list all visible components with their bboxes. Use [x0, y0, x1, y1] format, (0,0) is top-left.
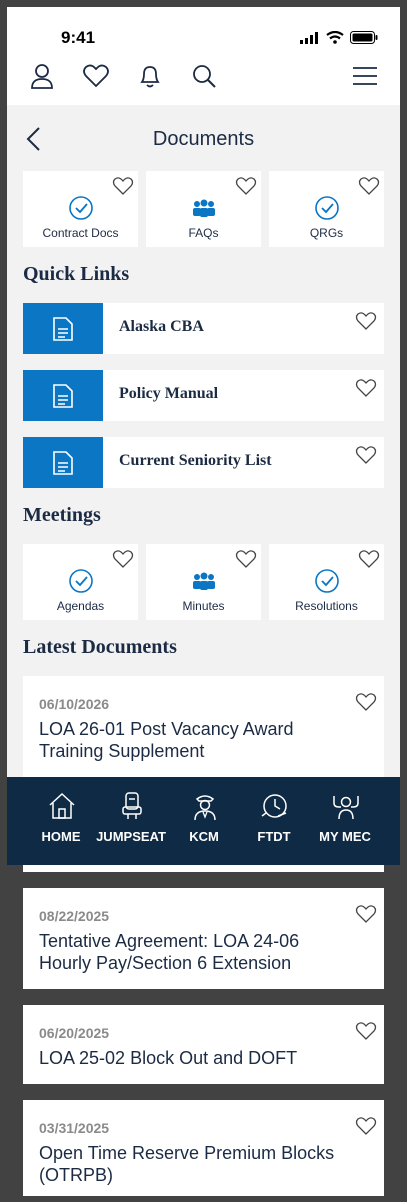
top-bar: 9:41	[7, 7, 400, 105]
menu-icon[interactable]	[351, 62, 379, 90]
heart-icon[interactable]	[112, 549, 134, 569]
check-circle-icon	[69, 569, 93, 593]
document-icon	[53, 451, 73, 475]
document-date: 08/22/2025	[39, 908, 110, 924]
status-time: 9:41	[61, 28, 96, 47]
quick-link-policy-manual[interactable]: Policy Manual	[23, 370, 384, 421]
signal-icon	[300, 31, 318, 44]
tile-label: FAQs	[188, 226, 219, 240]
tile-label: QRGs	[309, 226, 344, 240]
tile-label: Agendas	[56, 599, 105, 613]
section-title-quick-links: Quick Links	[23, 263, 130, 285]
search-icon[interactable]	[190, 62, 218, 90]
heart-icon[interactable]	[235, 176, 257, 196]
quick-link-label: Alaska CBA	[119, 318, 204, 335]
check-circle-icon	[69, 196, 93, 220]
check-circle-icon	[315, 569, 339, 593]
heart-icon[interactable]	[355, 904, 377, 924]
tile-label: Contract Docs	[42, 226, 119, 240]
page-title: Documents	[152, 128, 255, 150]
document-title: LOA 26-01 Post Vacancy Award Training Su…	[39, 719, 294, 761]
tile-label: Resolutions	[295, 599, 358, 613]
tile-minutes[interactable]: Minutes	[146, 544, 261, 620]
quick-link-label: Current Seniority List	[119, 452, 272, 469]
heart-icon[interactable]	[358, 549, 380, 569]
nav-label: JUMPSEAT	[96, 829, 166, 844]
document-title: Open Time Reserve Premium Blocks (OTRPB)	[39, 1143, 335, 1185]
heart-icon[interactable]	[112, 176, 134, 196]
document-card[interactable]: 08/22/2025 Tentative Agreement: LOA 24-0…	[23, 888, 384, 989]
document-icon	[53, 384, 73, 408]
nav-home[interactable]: HOME	[23, 791, 99, 857]
heart-icon[interactable]	[355, 378, 377, 398]
document-title: LOA 25-02 Block Out and DOFT	[39, 1048, 298, 1068]
quick-link-alaska-cba[interactable]: Alaska CBA	[23, 303, 384, 354]
nav-label: MY MEC	[319, 829, 371, 844]
tile-label: Minutes	[182, 599, 225, 613]
tile-resolutions[interactable]: Resolutions	[269, 544, 384, 620]
heart-icon[interactable]	[355, 692, 377, 712]
document-icon-box	[23, 370, 103, 421]
nav-label: FTDT	[257, 829, 291, 844]
heart-icon[interactable]	[355, 1021, 377, 1041]
seat-icon	[122, 792, 142, 819]
document-date: 03/31/2025	[39, 1120, 110, 1136]
title-row: Documents	[7, 115, 400, 163]
nav-label: HOME	[41, 829, 81, 844]
document-icon	[53, 317, 73, 341]
document-tiles: Contract Docs FAQs QRGs	[23, 171, 384, 247]
heart-icon[interactable]	[355, 445, 377, 465]
tile-qrgs[interactable]: QRGs	[269, 171, 384, 247]
heart-icon[interactable]	[235, 549, 257, 569]
document-card[interactable]: 03/31/2025 Open Time Reserve Premium Blo…	[23, 1100, 384, 1196]
status-icons	[300, 31, 378, 44]
bell-icon[interactable]	[136, 62, 164, 90]
wifi-icon	[326, 31, 344, 44]
section-title-meetings: Meetings	[23, 504, 101, 526]
document-date: 06/20/2025	[39, 1025, 110, 1041]
document-card[interactable]: 06/20/2025 LOA 25-02 Block Out and DOFT	[23, 1005, 384, 1084]
header-toolbar	[7, 62, 400, 96]
tile-agendas[interactable]: Agendas	[23, 544, 138, 620]
nav-jumpseat[interactable]: JUMPSEAT	[93, 791, 169, 857]
clock-icon	[261, 794, 287, 818]
home-icon	[49, 792, 75, 819]
favorites-icon[interactable]	[82, 62, 110, 90]
nav-my-mec[interactable]: MY MEC	[307, 791, 383, 857]
quick-link-label: Policy Manual	[119, 385, 219, 402]
tile-contract-docs[interactable]: Contract Docs	[23, 171, 138, 247]
bottom-nav: HOME JUMPSEAT KCM FTDT MY MEC	[7, 777, 400, 865]
nav-ftdt[interactable]: FTDT	[236, 791, 312, 857]
people-icon	[193, 572, 215, 590]
people-icon	[193, 199, 215, 217]
section-title-latest: Latest Documents	[23, 636, 177, 658]
profile-icon[interactable]	[28, 62, 56, 90]
mec-icon	[333, 796, 359, 820]
tile-faqs[interactable]: FAQs	[146, 171, 261, 247]
document-icon-box	[23, 303, 103, 354]
nav-kcm[interactable]: KCM	[166, 791, 242, 857]
heart-icon[interactable]	[355, 311, 377, 331]
document-icon-box	[23, 437, 103, 488]
check-circle-icon	[315, 196, 339, 220]
quick-link-seniority-list[interactable]: Current Seniority List	[23, 437, 384, 488]
document-title: Tentative Agreement: LOA 24-06 Hourly Pa…	[39, 931, 300, 973]
document-date: 06/10/2026	[39, 696, 110, 712]
battery-icon	[350, 31, 378, 44]
heart-icon[interactable]	[355, 1116, 377, 1136]
heart-icon[interactable]	[358, 176, 380, 196]
nav-label: KCM	[189, 829, 219, 844]
pilot-icon	[194, 795, 216, 821]
meeting-tiles: Agendas Minutes Resolutions	[23, 544, 384, 620]
